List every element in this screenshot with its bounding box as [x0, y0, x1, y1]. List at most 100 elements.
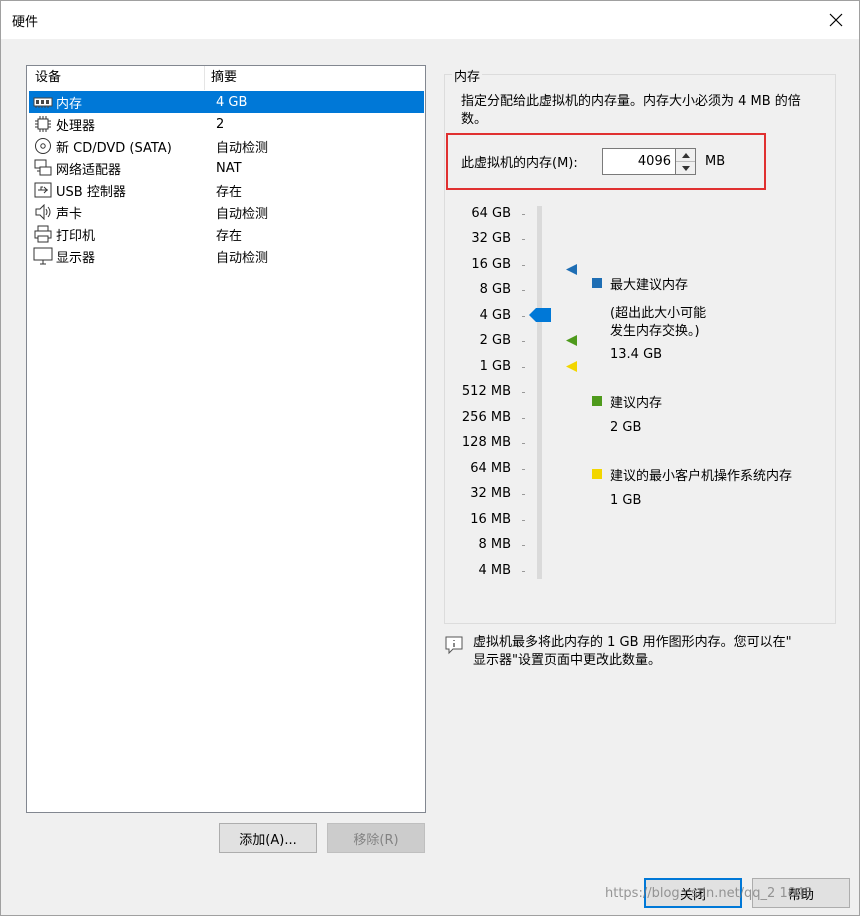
max-recommended-swatch: [592, 278, 602, 288]
scale-label: 2 GB: [479, 333, 511, 348]
scale-label: 32 GB: [471, 231, 511, 246]
network-adapter-icon: [32, 158, 54, 178]
scale-tick: [522, 290, 525, 291]
scale-label: 128 MB: [461, 435, 511, 450]
scale-label: 256 MB: [461, 410, 511, 425]
recommended-swatch: [592, 396, 602, 406]
scale-tick: [522, 494, 525, 495]
device-summary: 存在: [216, 228, 243, 244]
scale-tick: [522, 316, 525, 317]
memory-size-input[interactable]: [602, 148, 676, 175]
monitor-icon: [32, 246, 54, 266]
arrow-down-icon: [681, 166, 690, 171]
hardware-dialog: 硬件 设备 摘要 内存 4 GB 处理器 2 新 CD/DVD (SATA) 自…: [0, 0, 860, 916]
column-header-summary[interactable]: 摘要: [206, 66, 426, 90]
device-row-memory[interactable]: 内存 4 GB: [29, 91, 424, 113]
device-summary: 自动检测: [216, 250, 269, 266]
recommended-value: 2 GB: [610, 420, 642, 435]
max-recommended-value: 13.4 GB: [610, 347, 663, 362]
scale-tick: [522, 545, 525, 546]
scale-tick: [522, 418, 525, 419]
device-name: 打印机: [56, 228, 96, 244]
device-list[interactable]: 设备 摘要 内存 4 GB 处理器 2 新 CD/DVD (SATA) 自动检测: [26, 65, 426, 813]
cd-dvd-icon: [32, 136, 54, 156]
device-name: 显示器: [56, 250, 96, 266]
memory-slider-track[interactable]: [537, 206, 542, 579]
max-recommended-title: 最大建议内存: [610, 278, 689, 293]
graphics-memory-info: 虚拟机最多将此内存的 1 GB 用作图形内存。您可以在" 显示器"设置页面中更改…: [473, 634, 843, 670]
memory-group-title: 内存: [452, 66, 483, 85]
memory-slider-thumb[interactable]: [529, 308, 551, 322]
device-row-printer[interactable]: 打印机 存在: [29, 223, 424, 245]
device-name: 网络适配器: [56, 162, 122, 178]
device-row-sound-card[interactable]: 声卡 自动检测: [29, 201, 424, 223]
scale-label: 4 GB: [479, 308, 511, 323]
add-button[interactable]: 添加(A)...: [219, 823, 317, 853]
minimum-value: 1 GB: [610, 493, 642, 508]
close-button[interactable]: 关闭: [644, 878, 742, 908]
recommended-title: 建议内存: [610, 396, 663, 411]
remove-button[interactable]: 移除(R): [327, 823, 425, 853]
scale-tick: [522, 469, 525, 470]
device-name: 新 CD/DVD (SATA): [56, 140, 172, 156]
processor-icon: [32, 114, 54, 134]
scale-label: 8 GB: [479, 282, 511, 297]
device-row-cd-dvd[interactable]: 新 CD/DVD (SATA) 自动检测: [29, 135, 424, 157]
spin-down-button[interactable]: [676, 162, 695, 175]
memory-spinner: [676, 148, 696, 175]
window-title: 硬件: [12, 15, 39, 30]
scale-label: 32 MB: [470, 486, 511, 501]
device-summary: 4 GB: [216, 94, 248, 110]
help-button[interactable]: 帮助: [752, 878, 850, 908]
memory-icon: [32, 92, 54, 112]
max-recommended-marker: [566, 264, 577, 275]
scale-tick: [522, 571, 525, 572]
device-name: 声卡: [56, 206, 83, 222]
device-row-processor[interactable]: 处理器 2: [29, 113, 424, 135]
info-line: 显示器"设置页面中更改此数量。: [473, 653, 661, 668]
memory-description: 指定分配给此虚拟机的内存量。内存大小必须为 4 MB 的倍数。: [461, 94, 801, 127]
scale-tick: [522, 341, 525, 342]
title-bar: 硬件: [1, 1, 859, 39]
max-recommended-note: 发生内存交换。): [610, 324, 700, 339]
scale-tick: [522, 392, 525, 393]
close-icon: [829, 13, 843, 27]
device-name: 处理器: [56, 118, 96, 134]
device-name: USB 控制器: [56, 184, 126, 200]
scale-tick: [522, 520, 525, 521]
scale-label: 64 GB: [471, 206, 511, 221]
device-row-usb-controller[interactable]: USB 控制器 存在: [29, 179, 424, 201]
memory-field-label: 此虚拟机的内存(M):: [461, 156, 578, 171]
info-line: 虚拟机最多将此内存的 1 GB 用作图形内存。您可以在": [473, 635, 792, 650]
usb-icon: [32, 180, 54, 200]
scale-label: 1 GB: [479, 359, 511, 374]
scale-label: 4 MB: [478, 563, 511, 578]
spin-up-button[interactable]: [676, 149, 695, 162]
memory-unit-label: MB: [705, 154, 726, 169]
info-icon: [445, 636, 463, 655]
minimum-title: 建议的最小客户机操作系统内存: [610, 469, 793, 484]
scale-tick: [522, 265, 525, 266]
speaker-icon: [32, 202, 54, 222]
window-close-button[interactable]: [813, 1, 859, 39]
device-summary: 2: [216, 116, 225, 132]
device-summary: NAT: [216, 160, 242, 176]
device-summary: 自动检测: [216, 140, 269, 156]
column-header-device[interactable]: 设备: [27, 66, 205, 90]
scale-label: 16 GB: [471, 257, 511, 272]
printer-icon: [32, 224, 54, 244]
scale-tick: [522, 367, 525, 368]
scale-label: 8 MB: [478, 537, 511, 552]
device-row-display[interactable]: 显示器 自动检测: [29, 245, 424, 267]
minimum-marker: [566, 361, 577, 372]
scale-label: 512 MB: [461, 384, 511, 399]
arrow-up-icon: [681, 152, 690, 158]
scale-label: 16 MB: [470, 512, 511, 527]
device-name: 内存: [56, 96, 83, 112]
scale-tick: [522, 214, 525, 215]
max-recommended-note: (超出此大小可能: [610, 306, 707, 321]
minimum-swatch: [592, 469, 602, 479]
device-summary: 存在: [216, 184, 243, 200]
recommended-marker: [566, 335, 577, 346]
device-row-network-adapter[interactable]: 网络适配器 NAT: [29, 157, 424, 179]
